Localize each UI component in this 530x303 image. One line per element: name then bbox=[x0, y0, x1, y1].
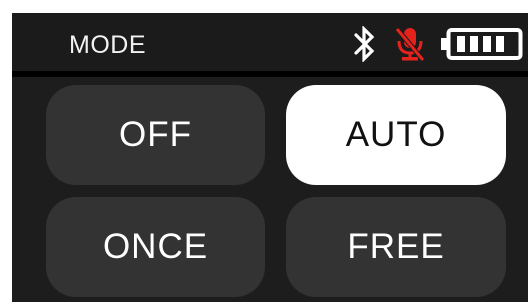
mic-muted-icon bbox=[394, 26, 426, 62]
mode-title: MODE bbox=[69, 31, 146, 59]
device-screen: MODE OFF AUTO ONCE FREE bbox=[12, 13, 528, 302]
battery-icon bbox=[441, 28, 523, 60]
mode-once-button[interactable]: ONCE bbox=[46, 197, 265, 297]
bluetooth-icon bbox=[352, 25, 378, 63]
mode-auto-button[interactable]: AUTO bbox=[286, 85, 506, 185]
status-header: MODE bbox=[12, 13, 528, 77]
status-icons bbox=[352, 25, 524, 63]
mode-free-button[interactable]: FREE bbox=[286, 197, 506, 297]
mode-off-button[interactable]: OFF bbox=[46, 85, 265, 185]
